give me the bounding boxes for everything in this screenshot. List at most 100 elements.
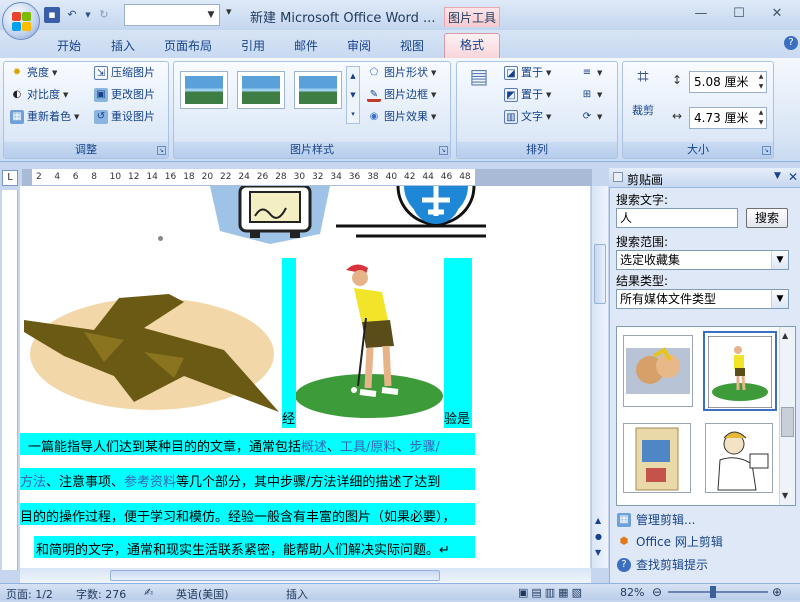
tab-home[interactable]: 开始 xyxy=(57,37,81,54)
clipart-mailbox[interactable] xyxy=(200,186,350,248)
styles-dialog-launcher-icon[interactable]: ↘ xyxy=(439,146,448,155)
results-scrollbar[interactable]: ▲ ▼ xyxy=(779,327,795,505)
results-scroll-thumb[interactable] xyxy=(781,407,794,437)
tab-page-layout[interactable]: 页面布局 xyxy=(164,37,212,54)
height-spinner[interactable]: ▲ ▼ xyxy=(756,72,766,92)
group-arrange-label: 排列 xyxy=(457,142,617,158)
picture-border-button[interactable]: ✎ 图片边框 ▼ xyxy=(367,86,436,104)
group-styles-label: 图片样式 xyxy=(174,142,450,158)
vertical-ruler[interactable] xyxy=(2,190,18,570)
spellcheck-icon[interactable]: ✍ xyxy=(144,586,153,599)
picture-effects-button[interactable]: ◉ 图片效果 ▼ xyxy=(367,108,437,126)
vertical-scroll-thumb[interactable] xyxy=(594,244,606,304)
contrast-button[interactable]: ◐ 对比度 ▼ xyxy=(10,86,69,104)
clip-results-grid[interactable]: ▲ ▼ xyxy=(616,326,796,506)
tab-selector[interactable]: L xyxy=(2,170,18,186)
view-buttons-icon[interactable]: ▣▤▥▦▧ xyxy=(518,586,585,599)
zoom-slider-track[interactable] xyxy=(668,591,768,593)
send-to-back-button[interactable]: ◩ 置于 ▼ xyxy=(504,86,551,104)
pane-title: 剪贴画 xyxy=(627,173,664,187)
size-dialog-launcher-icon[interactable]: ↘ xyxy=(762,146,771,155)
vertical-scrollbar[interactable]: ▲ ● ▼ xyxy=(591,186,608,568)
clip-result-hands[interactable] xyxy=(623,335,693,407)
zoom-out-icon[interactable]: ⊖ xyxy=(652,585,662,599)
results-scroll-up-icon[interactable]: ▲ xyxy=(782,331,788,340)
recolor-button[interactable]: ▦ 重新着色 ▼ xyxy=(10,108,79,126)
crop-icon[interactable]: ⌗ xyxy=(630,64,656,92)
horizontal-scroll-thumb[interactable] xyxy=(110,570,440,581)
tab-references[interactable]: 引用 xyxy=(241,37,265,54)
chevron-down-icon[interactable]: ▼ xyxy=(771,290,788,308)
chevron-down-icon[interactable]: ▼ xyxy=(771,251,788,269)
clipart-golfer[interactable] xyxy=(296,258,444,423)
clip-tips-label: 查找剪辑提示 xyxy=(636,558,709,572)
link-references[interactable]: 参考资料 xyxy=(124,475,176,490)
result-type-select[interactable]: 所有媒体文件类型 ▼ xyxy=(616,289,789,309)
link-steps[interactable]: 步骤/ xyxy=(409,440,439,455)
organize-clips-link[interactable]: ▦ 管理剪辑... xyxy=(617,511,695,528)
results-scroll-down-icon[interactable]: ▼ xyxy=(782,491,788,500)
tab-format[interactable]: 格式 xyxy=(444,33,500,58)
pane-close-icon[interactable]: ✕ xyxy=(788,170,798,184)
clipart-fighter-jet[interactable] xyxy=(24,292,279,422)
tab-view[interactable]: 视图 xyxy=(400,37,424,54)
link-tools-materials[interactable]: 工具/原料 xyxy=(340,440,396,455)
width-spinner[interactable]: ▲ ▼ xyxy=(756,108,766,128)
help-icon[interactable]: ? xyxy=(784,36,798,50)
redo-icon[interactable]: ↻ xyxy=(96,7,112,23)
group-adjust-label: 调整 xyxy=(4,142,168,158)
group-objects-button[interactable]: ⊞ ▼ xyxy=(580,86,603,104)
zoom-in-icon[interactable]: ⊕ xyxy=(772,585,782,599)
clip-result-golfer-selected[interactable] xyxy=(703,331,777,411)
next-page-icon[interactable]: ▼ xyxy=(595,548,601,557)
close-button[interactable]: ✕ xyxy=(764,4,790,24)
customize-qat-icon[interactable]: ▾ xyxy=(226,5,232,18)
adjust-dialog-launcher-icon[interactable]: ↘ xyxy=(157,146,166,155)
save-icon[interactable]: ▪ xyxy=(44,7,60,23)
link-method[interactable]: 方法 xyxy=(20,475,46,490)
maximize-button[interactable]: ☐ xyxy=(726,4,752,24)
picture-style-1[interactable] xyxy=(180,71,228,109)
rotate-icon: ⟳ xyxy=(582,111,592,122)
horizontal-scrollbar[interactable] xyxy=(20,568,591,583)
zoom-slider-thumb[interactable] xyxy=(710,586,716,598)
picture-style-3[interactable] xyxy=(294,71,342,109)
compress-pictures-button[interactable]: ⇲ 压缩图片 xyxy=(94,64,155,82)
clip-result-worker[interactable] xyxy=(705,423,773,493)
bring-to-front-button[interactable]: ◪ 置于 ▼ xyxy=(504,64,551,82)
undo-dropdown-icon[interactable]: ▼ xyxy=(84,7,92,23)
browse-object-icon[interactable]: ● xyxy=(595,532,602,541)
minimize-button[interactable]: — xyxy=(688,4,714,24)
brightness-button[interactable]: ✹ 亮度 ▼ xyxy=(10,64,58,82)
picture-style-2[interactable] xyxy=(237,71,285,109)
clip-result-desk[interactable] xyxy=(623,423,691,493)
reset-picture-button[interactable]: ↺ 重设图片 xyxy=(94,108,155,126)
prev-page-icon[interactable]: ▲ xyxy=(595,516,601,525)
clip-tips-link[interactable]: ? 查找剪辑提示 xyxy=(617,556,708,573)
position-icon[interactable]: ▤ xyxy=(466,64,492,124)
office-online-link[interactable]: ⬢ Office 网上剪辑 xyxy=(617,533,723,550)
search-scope-select[interactable]: 选定收藏集 ▼ xyxy=(616,250,789,270)
crop-label[interactable]: 裁剪 xyxy=(632,102,654,118)
qat-combo-arrow-icon[interactable]: ▼ xyxy=(203,5,219,25)
align-button[interactable]: ≡ ▼ xyxy=(580,64,603,82)
text-wrapping-button[interactable]: ▥ 文字 ▼ xyxy=(504,108,551,126)
pane-menu-icon[interactable]: ▼ xyxy=(774,171,781,181)
office-logo-icon xyxy=(12,12,32,32)
tab-review[interactable]: 审阅 xyxy=(347,37,371,54)
status-zoom[interactable]: 82% xyxy=(620,586,644,599)
search-button[interactable]: 搜索 xyxy=(746,208,788,228)
style-gallery-scroll[interactable]: ▲ ▼ ▾ xyxy=(346,66,360,124)
tab-mailings[interactable]: 邮件 xyxy=(294,37,318,54)
rotate-button[interactable]: ⟳ ▼ xyxy=(580,108,603,126)
change-picture-button[interactable]: ▣ 更改图片 xyxy=(94,86,155,104)
link-overview[interactable]: 概述 xyxy=(301,440,327,455)
organize-clips-icon: ▦ xyxy=(617,512,631,527)
search-input[interactable]: 人 xyxy=(616,208,738,228)
office-button[interactable] xyxy=(2,2,40,40)
undo-icon[interactable]: ↶ xyxy=(64,7,80,23)
clipart-airport-sign[interactable] xyxy=(336,186,486,248)
picture-shape-button[interactable]: ⬠ 图片形状 ▼ xyxy=(367,64,437,82)
document-page[interactable]: 经 验是 一篇能指导人们达到某种目的的文章，通常包括概述、工具/原料、步骤/ 方… xyxy=(20,186,590,568)
tab-insert[interactable]: 插入 xyxy=(111,37,135,54)
